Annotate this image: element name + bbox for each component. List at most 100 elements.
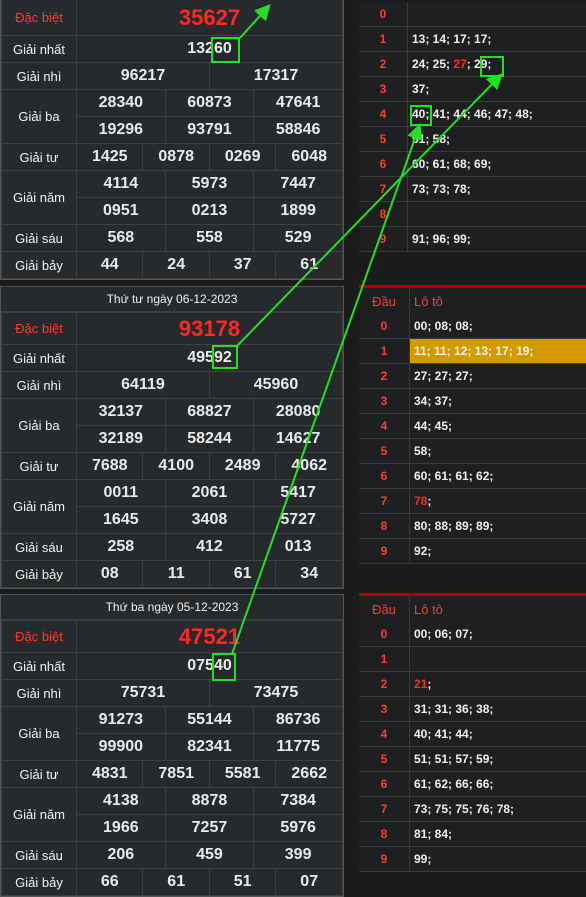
label-second: Giải nhì xyxy=(1,371,77,399)
loto-values-text: 44; 45; xyxy=(414,419,453,433)
label-special: Đặc biệt xyxy=(1,312,77,345)
loto-values: 13; 14; 17; 17; xyxy=(407,26,586,52)
prize-number: 206 xyxy=(76,841,166,869)
prize-number: 2489 xyxy=(208,452,277,480)
special-prize-number: 93178 xyxy=(76,312,343,345)
prize-number: 66 xyxy=(75,868,144,896)
prize-number: 0011 xyxy=(76,479,166,507)
prize-number: 14627 xyxy=(253,425,343,453)
first-prize-number: 07540 xyxy=(76,652,343,680)
prize-number: 4831 xyxy=(75,760,144,788)
loto-head-digit: 2 xyxy=(359,363,410,389)
prize-number: 32189 xyxy=(76,425,166,453)
label-special: Đặc biệt xyxy=(1,0,77,36)
loto-values-text: 37; xyxy=(412,82,430,96)
loto-values: 00; 06; 07; xyxy=(409,622,586,647)
loto-values-text: 24; 25; xyxy=(412,57,454,71)
loto-values: 73; 73; 78; xyxy=(407,176,586,202)
result-table-2: Thứ tư ngày 06-12-2023 Đặc biệt 93178 Giả… xyxy=(0,286,344,589)
loto-head-digit: 4 xyxy=(359,413,410,439)
loto-values-text: ; xyxy=(427,677,432,691)
loto-row: 0 00; 08; 08; xyxy=(359,314,586,339)
loto-row: 2 27; 27; 27; xyxy=(359,363,586,389)
prize-number: 1899 xyxy=(253,197,343,225)
label-fifth: Giải năm xyxy=(1,170,77,225)
prize-number: 82341 xyxy=(164,733,255,761)
loto-values-text: 00; 06; 07; xyxy=(414,627,473,641)
prize-number: 013 xyxy=(253,533,343,561)
loto-head-digit: 6 xyxy=(359,151,408,177)
loto-values-text: 73; 75; 75; 76; 78; xyxy=(414,802,515,816)
prize-number: 07 xyxy=(275,868,343,896)
prize-number: 2662 xyxy=(275,760,343,788)
loto-values: 99; xyxy=(409,846,586,872)
loto-head-digit: 0 xyxy=(359,2,408,27)
loto-row: 4 40; 41; 44; 46; 47; 48; xyxy=(359,101,586,127)
prize-number: 4100 xyxy=(142,452,210,480)
loto-values-text: 81; 84; xyxy=(414,827,453,841)
label-fourth: Giải tư xyxy=(1,452,77,480)
prize-number: 0951 xyxy=(76,197,166,225)
prize-number: 24 xyxy=(142,251,210,279)
label-third: Giải ba xyxy=(1,706,77,761)
loto-head-digit: 5 xyxy=(359,746,410,772)
loto-head-digit: 0 xyxy=(359,314,410,339)
loto-values-text: 00; 08; 08; xyxy=(414,319,473,333)
loto-values: 91; 96; 99; xyxy=(407,226,586,252)
loto-table-3: Đầu Lô tô 0 00; 06; 07; 1 2 21; 3 31; 31; 36; 38… xyxy=(359,593,586,872)
loto-header: Lô tô xyxy=(414,601,443,617)
loto-values: 40; 41; 44; 46; 47; 48; xyxy=(407,101,586,127)
loto-values-text: 51; 58; xyxy=(412,132,451,146)
prize-number: 45960 xyxy=(208,371,344,399)
loto-values: 51; 51; 57; 59; xyxy=(409,746,586,772)
loto-row: 4 44; 45; xyxy=(359,413,586,439)
loto-head-digit: 3 xyxy=(359,388,410,414)
loto-head-digit: 1 xyxy=(359,338,410,364)
prize-number: 4114 xyxy=(76,170,166,198)
label-fifth: Giải năm xyxy=(1,787,77,842)
loto-head-digit: 8 xyxy=(359,513,410,539)
loto-values-text: 40; 41; 44; xyxy=(414,727,473,741)
special-prize-number: 35627 xyxy=(76,0,343,36)
loto-values: 44; 45; xyxy=(409,413,586,439)
label-first: Giải nhất xyxy=(1,35,77,63)
loto-head-digit: 8 xyxy=(359,201,408,227)
loto-row: 5 51; 51; 57; 59; xyxy=(359,746,586,772)
loto-row: 8 81; 84; xyxy=(359,821,586,847)
loto-head-digit: 0 xyxy=(359,622,410,647)
loto-row: 8 80; 88; 89; 89; xyxy=(359,513,586,539)
prize-number: 58846 xyxy=(253,116,343,144)
prize-number: 4138 xyxy=(76,787,166,815)
prize-number: 96217 xyxy=(76,62,210,90)
loto-row: 3 37; xyxy=(359,76,586,102)
loto-head-digit: 2 xyxy=(359,51,408,77)
loto-head-digit: 6 xyxy=(359,463,410,489)
loto-head-digit: 8 xyxy=(359,821,410,847)
loto-values-text: 40; 41; 44; 46; 47; 48; xyxy=(412,107,533,121)
special-prize-number: 47521 xyxy=(76,620,343,653)
loto-row: 9 99; xyxy=(359,846,586,872)
loto-values-text: 80; 88; 89; 89; xyxy=(414,519,494,533)
loto-head-digit: 5 xyxy=(359,126,408,152)
prize-number: 61 xyxy=(208,560,277,588)
loto-values xyxy=(407,2,586,27)
loto-row: 9 92; xyxy=(359,538,586,564)
prize-number: 93791 xyxy=(164,116,255,144)
prize-number: 558 xyxy=(164,224,255,252)
prize-number: 399 xyxy=(253,841,343,869)
prize-number: 73475 xyxy=(208,679,344,707)
loto-table-2: Đầu Lô tô 0 00; 08; 08; 1 11; 11; 12; 13; 17;… xyxy=(359,285,586,564)
prize-number: 91273 xyxy=(76,706,166,734)
prize-number: 6048 xyxy=(275,143,343,171)
loto-row: 0 xyxy=(359,2,586,27)
loto-values-text: 31; 31; 36; 38; xyxy=(414,702,494,716)
prize-number: 459 xyxy=(164,841,255,869)
prize-number: 55144 xyxy=(164,706,255,734)
prize-number: 8878 xyxy=(164,787,255,815)
prize-number: 7688 xyxy=(75,452,144,480)
prize-number: 1645 xyxy=(76,506,166,534)
loto-values-text: ; 29; xyxy=(466,57,492,71)
loto-row: 9 91; 96; 99; xyxy=(359,226,586,252)
loto-values: 58; xyxy=(409,438,586,464)
label-sixth: Giải sáu xyxy=(1,841,77,869)
